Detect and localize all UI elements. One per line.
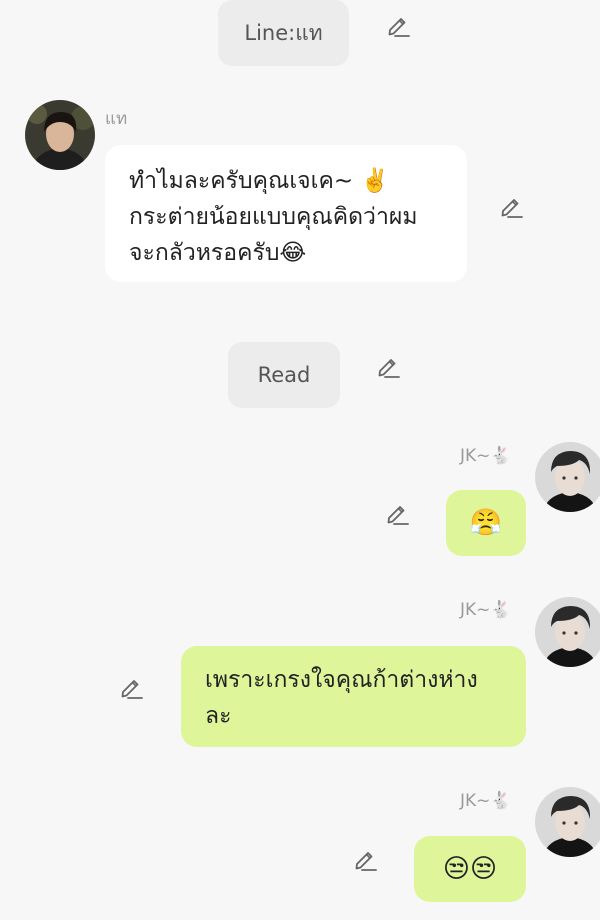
message-line: กระต่ายน้อยแบบคุณคิดว่าผม [129,204,418,230]
avatar-tae[interactable] [25,100,95,170]
pencil-icon[interactable] [375,353,401,379]
pencil-icon[interactable] [118,674,144,700]
system-pill-read: Read [228,342,340,408]
avatar-jk[interactable] [535,442,600,512]
message-line: เพราะเกรงใจคุณก้าต่างห่าง [205,667,478,693]
avatar-jk[interactable] [535,597,600,667]
message-bubble[interactable]: ทำไมละครับคุณเจเค~ ✌️ กระต่ายน้อยแบบคุณค… [105,145,467,282]
system-pill-line-text: Line:แท [244,20,323,45]
sender-name: JK~🐇 [460,600,512,620]
pencil-icon[interactable] [385,12,411,38]
message-bubble[interactable]: 😤 [446,490,526,556]
sender-name: JK~🐇 [460,791,512,811]
avatar-jk[interactable] [535,787,600,857]
pencil-icon[interactable] [498,193,524,219]
pencil-icon[interactable] [384,500,410,526]
message-bubble[interactable]: 😒😒 [414,836,526,902]
message-bubble[interactable]: เพราะเกรงใจคุณก้าต่างห่าง ละ [181,646,526,747]
system-pill-line: Line:แท [218,0,349,66]
pencil-icon[interactable] [352,846,378,872]
message-emoji: 😒😒 [442,854,498,884]
message-line: ทำไมละครับคุณเจเค~ ✌️ [129,168,390,194]
sender-name: แท [105,109,128,129]
message-emoji: 😤 [469,508,503,538]
sender-name: JK~🐇 [460,446,512,466]
system-pill-read-text: Read [257,363,311,387]
message-line: จะกลัวหรอครับ😂 [129,240,307,266]
message-line: ละ [205,703,232,729]
